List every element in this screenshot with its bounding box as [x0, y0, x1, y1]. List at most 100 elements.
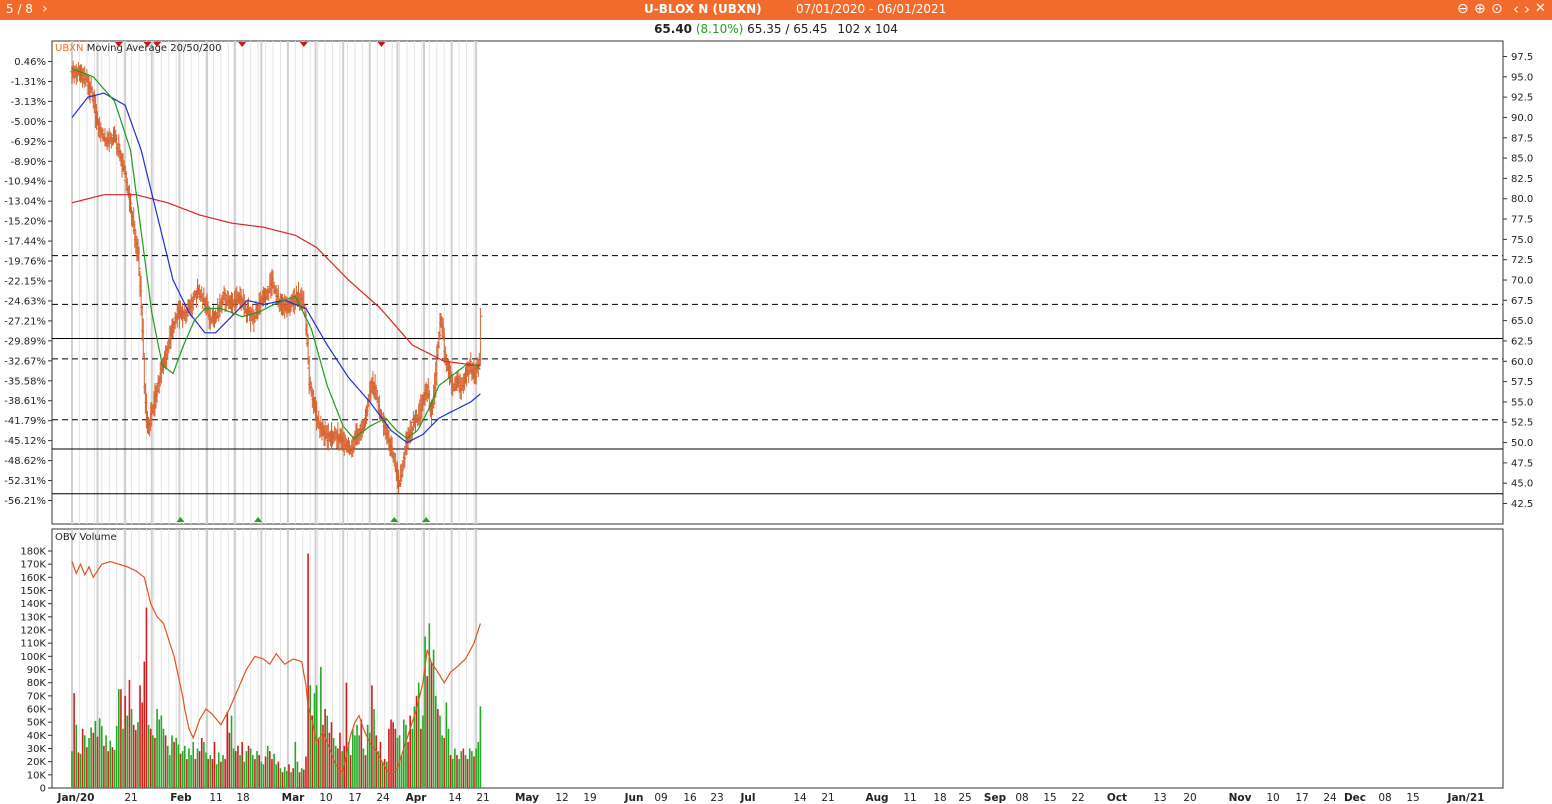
x-axis-label: Nov — [1229, 792, 1252, 804]
x-axis-label: 17 — [348, 792, 361, 804]
price-panel: 97.5 95.0 92.5 90.0 87.5 85.0 82.5 80.0 77.5 75.0… — [4, 40, 1533, 525]
left-axis-label: 0.46% — [14, 57, 46, 68]
x-axis-label: 08 — [1015, 792, 1028, 804]
left-axis-label: -38.61% — [4, 396, 46, 407]
obv-axis-label: 150K — [20, 586, 46, 597]
right-axis-label: 82.5 — [1511, 174, 1533, 185]
title-rest: Moving Average 20/50/200 — [87, 43, 222, 54]
obv-axis-label: 80K — [27, 678, 47, 689]
left-axis-label: -10.94% — [4, 177, 46, 188]
left-axis-label: -35.58% — [4, 376, 46, 387]
x-axis-label: 21 — [821, 792, 834, 804]
left-axis-label: -3.13% — [11, 97, 46, 108]
left-axis-label: -27.21% — [4, 316, 46, 327]
left-axis-label: -52.31% — [4, 476, 46, 487]
x-axis-label: Feb — [170, 792, 192, 804]
x-axis-label: 17 — [1295, 792, 1308, 804]
x-axis-label: 16 — [683, 792, 697, 804]
obv-axis-label: 180K — [20, 547, 46, 558]
obv-panel-frame — [51, 528, 1504, 789]
left-axis-label: -32.67% — [4, 356, 46, 367]
x-axis-label: 14 — [448, 792, 462, 804]
x-axis-label: 22 — [1071, 792, 1084, 804]
chart-canvas: 97.5 95.0 92.5 90.0 87.5 85.0 82.5 80.0 77.5 75.0… — [4, 40, 1533, 804]
x-axis-label: 18 — [933, 792, 946, 804]
x-axis-label: 21 — [476, 792, 489, 804]
right-axis-label: 45.0 — [1511, 479, 1533, 490]
right-axis-label: 97.5 — [1511, 52, 1533, 63]
obv-axis-label: 40K — [27, 731, 47, 742]
x-axis-label: 18 — [236, 792, 249, 804]
x-axis-label: 10 — [319, 792, 332, 804]
right-axis-label: 65.0 — [1511, 316, 1533, 327]
obv-axis-label: 120K — [20, 626, 46, 637]
obv-axis-label: 20K — [27, 757, 47, 768]
left-axis-label: -5.00% — [11, 117, 46, 128]
right-axis-label: 77.5 — [1511, 215, 1533, 226]
right-axis-label: 72.5 — [1511, 255, 1533, 266]
left-axis-label: -48.62% — [4, 456, 46, 467]
obv-axis-label: 100K — [20, 652, 46, 663]
left-axis-label: -1.31% — [11, 77, 46, 88]
left-axis-label: -22.15% — [4, 277, 46, 288]
obv-axis-label: 50K — [27, 718, 47, 729]
x-axis-label: 11 — [903, 792, 916, 804]
x-axis-label: 24 — [376, 792, 390, 804]
right-axis-label: 57.5 — [1511, 377, 1533, 388]
x-axis: Jan/20 21 Feb 11 18 Mar 10 17 24 Apr 14 21 May 12 19 Ju… — [57, 792, 1485, 804]
x-axis-label: May — [515, 792, 539, 804]
x-axis-label: 20 — [1183, 792, 1196, 804]
x-axis-label: 09 — [654, 792, 667, 804]
x-axis-label: Jun — [624, 792, 644, 804]
left-axis-label: -6.92% — [11, 137, 46, 148]
x-axis-label: 15 — [1406, 792, 1419, 804]
left-axis-label: -17.44% — [4, 237, 46, 248]
right-axis-label: 55.0 — [1511, 397, 1533, 408]
x-axis-label: Dec — [1344, 792, 1366, 804]
obv-axis-label: 170K — [20, 560, 46, 571]
x-axis-label: Jul — [740, 792, 756, 804]
x-axis-label: Mar — [282, 792, 306, 804]
obv-axis-label: 140K — [20, 599, 46, 610]
right-axis-label: 90.0 — [1511, 113, 1533, 124]
left-axis-label: -24.63% — [4, 296, 46, 307]
right-axis-label: 95.0 — [1511, 72, 1533, 83]
obv-axis-label: 110K — [20, 639, 46, 650]
x-axis-label: Sep — [984, 792, 1007, 804]
left-axis-label: -8.90% — [11, 157, 46, 168]
x-axis-label: 11 — [209, 792, 222, 804]
x-axis-label: Aug — [865, 792, 888, 804]
x-axis-label: 15 — [1043, 792, 1056, 804]
obv-axis-label: 60K — [27, 705, 47, 716]
right-axis-label: 52.5 — [1511, 418, 1533, 429]
left-axis-label: -41.79% — [4, 416, 46, 427]
left-axis-label: -13.04% — [4, 197, 46, 208]
x-axis-label: Jan/20 — [57, 792, 95, 804]
right-axis-label: 60.0 — [1511, 357, 1533, 368]
right-axis-label: 85.0 — [1511, 154, 1533, 165]
x-axis-label: 08 — [1378, 792, 1391, 804]
left-axis-label: -15.20% — [4, 217, 46, 228]
x-axis-label: 19 — [583, 792, 596, 804]
right-axis-label: 67.5 — [1511, 296, 1533, 307]
obv-axis-label: 30K — [27, 744, 47, 755]
obv-axis-label: 130K — [20, 612, 46, 623]
obv-panel: OBV Volume 180K 170K 160K 150K 140K 130K 120K 11… — [20, 528, 1504, 795]
x-axis-label: Jan/21 — [1447, 792, 1485, 804]
right-axis-label: 87.5 — [1511, 133, 1533, 144]
left-axis-label: -29.89% — [4, 336, 46, 347]
x-axis-label: 12 — [555, 792, 568, 804]
right-axis-label: 62.5 — [1511, 336, 1533, 347]
x-axis-label: Oct — [1107, 792, 1127, 804]
right-axis-label: 47.5 — [1511, 458, 1533, 469]
right-axis-label: 50.0 — [1511, 438, 1533, 449]
left-axis-label: -45.12% — [4, 436, 46, 447]
obv-axis-label: 10K — [27, 770, 47, 781]
obv-axis-label: 70K — [27, 691, 47, 702]
x-axis-label: Apr — [406, 792, 428, 804]
x-axis-label: 24 — [1323, 792, 1337, 804]
left-axis-label: -56.21% — [4, 496, 46, 507]
price-panel-title: UBXN Moving Average 20/50/200 — [55, 43, 222, 54]
right-axis-label: 75.0 — [1511, 235, 1533, 246]
right-axis-label: 80.0 — [1511, 194, 1533, 205]
